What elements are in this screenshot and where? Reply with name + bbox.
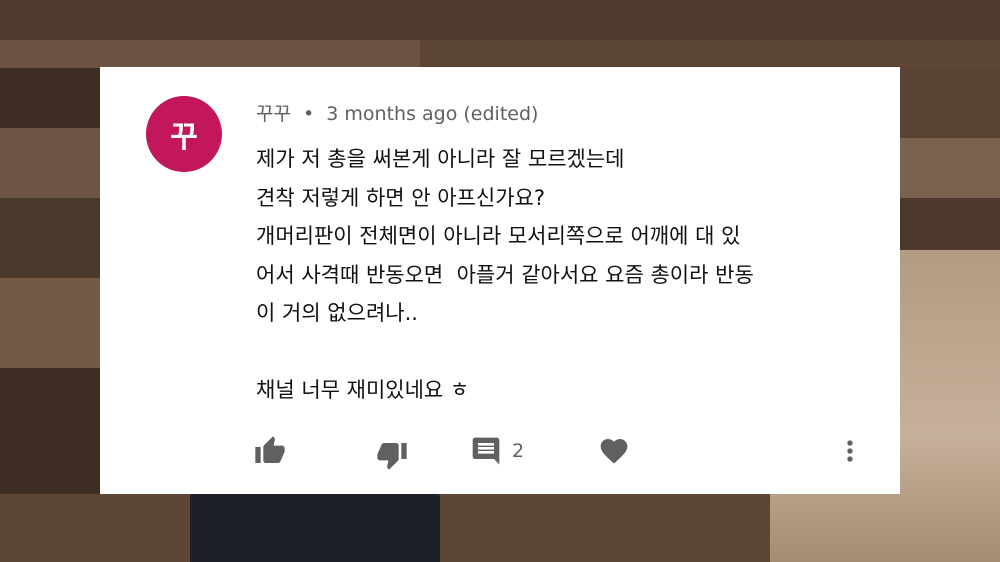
more-options-button[interactable] [834,435,866,467]
comment-actions: 2 [254,435,866,471]
thumbs-up-icon [255,436,285,463]
like-button[interactable] [254,435,286,467]
comment-icon [472,437,500,465]
thumbs-down-icon [377,443,407,470]
comment-meta: 꾸꾸 • 3 months ago (edited) [256,99,538,126]
author-name[interactable]: 꾸꾸 [256,103,291,125]
comment-line [256,333,876,372]
comment-line: 제가 저 총을 써본게 아니라 잘 모르겠는데 [256,147,625,171]
heart-button[interactable] [598,435,630,467]
comment-line: 채널 너무 재미있네요 ㅎ [256,378,470,402]
reply-count: 2 [512,440,525,462]
more-vert-icon [847,440,853,462]
heart-icon [600,439,628,464]
comment-line: 어서 사격때 반동오면 아플거 같아서요 요즘 총이라 반동 [256,262,754,287]
comment-card: 꾸 꾸꾸 • 3 months ago (edited) 제가 저 총을 써본게… [100,67,900,494]
dislike-button[interactable] [376,439,408,471]
comment-line: 개머리판이 전체면이 아니라 모서리쪽으로 어깨에 대 있 [256,224,741,248]
comment-timestamp[interactable]: 3 months ago (edited) [326,103,538,125]
avatar[interactable]: 꾸 [146,96,222,172]
comment-text: 제가 저 총을 써본게 아니라 잘 모르겠는데 견착 저렇게 하면 안 아프신가… [256,140,876,410]
meta-separator: • [303,103,315,125]
comment-line: 견착 저렇게 하면 안 아프신가요? [256,185,546,210]
comment-line: 이 거의 없으려나.. [256,301,418,325]
reply-button[interactable]: 2 [470,435,524,467]
